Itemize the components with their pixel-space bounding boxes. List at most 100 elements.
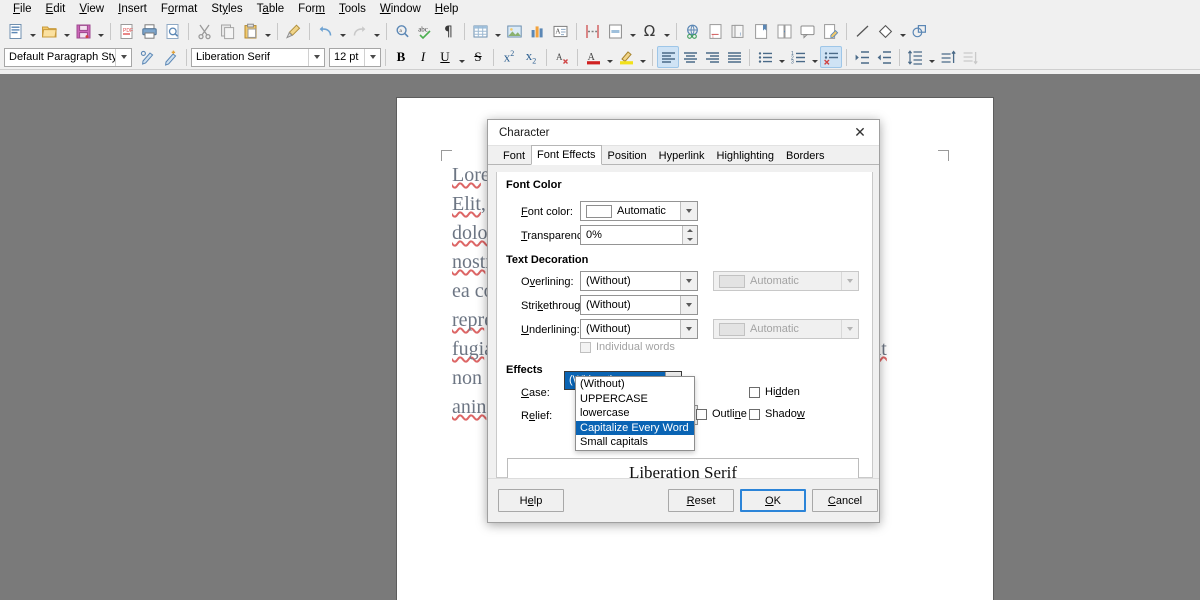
track-changes-icon[interactable] [819, 20, 842, 43]
help-button[interactable]: Help [498, 489, 564, 512]
new-document-icon[interactable] [4, 20, 27, 43]
underlining-combobox[interactable]: (Without) [580, 319, 698, 339]
tab-font-effects[interactable]: Font Effects [531, 145, 602, 165]
scissors-icon[interactable] [193, 20, 216, 43]
new-style-icon[interactable] [159, 46, 182, 69]
undo-dropdown[interactable] [337, 20, 348, 43]
clipboard-paste-icon[interactable] [239, 20, 262, 43]
new-document-dropdown[interactable] [27, 20, 38, 43]
cross-reference-icon[interactable] [773, 20, 796, 43]
omega-icon[interactable]: Ω [638, 20, 661, 43]
font-color-icon[interactable]: A [582, 46, 604, 68]
menu-format[interactable]: Format [154, 0, 204, 18]
case-dropdown-list[interactable]: (Without) UPPERCASE lowercase Capitalize… [575, 376, 695, 451]
case-option-lowercase[interactable]: lowercase [576, 406, 694, 421]
underline-dropdown[interactable] [456, 46, 467, 69]
printer-icon[interactable] [138, 20, 161, 43]
comment-bubble-icon[interactable] [796, 20, 819, 43]
overlining-dropdown-arrow[interactable] [680, 272, 697, 290]
font-color-dropdown-arrow[interactable] [680, 202, 697, 220]
font-name-dropdown-arrow[interactable] [308, 49, 324, 66]
shapes-dropdown[interactable] [897, 20, 908, 43]
hidden-checkbox-box[interactable] [749, 387, 760, 398]
redo-arrow-icon[interactable] [348, 20, 371, 43]
table-dropdown[interactable] [492, 20, 503, 43]
diamond-shape-icon[interactable] [874, 20, 897, 43]
hidden-checkbox[interactable]: Hidden [749, 386, 800, 398]
shadow-checkbox[interactable]: Shadow [749, 408, 805, 420]
align-right-icon[interactable] [701, 46, 723, 68]
menu-window[interactable]: Window [373, 0, 428, 18]
open-dropdown[interactable] [61, 20, 72, 43]
overlining-combobox[interactable]: (Without) [580, 271, 698, 291]
open-folder-icon[interactable] [38, 20, 61, 43]
decrease-indent-icon[interactable] [873, 46, 895, 68]
close-icon[interactable]: ✕ [845, 121, 875, 145]
line-spacing-icon[interactable] [904, 46, 926, 68]
outline-checkbox[interactable]: Outline [696, 408, 747, 420]
strikethrough-combobox[interactable]: (Without) [580, 295, 698, 315]
tab-borders[interactable]: Borders [780, 146, 831, 165]
undo-arrow-icon[interactable] [314, 20, 337, 43]
menu-table[interactable]: Table [250, 0, 292, 18]
dialog-title-bar[interactable]: Character ✕ [488, 120, 879, 146]
space-above-paragraph-icon[interactable] [937, 46, 959, 68]
case-option-small-capitals[interactable]: Small capitals [576, 435, 694, 450]
no-list-icon[interactable] [820, 46, 842, 68]
special-character-dropdown[interactable] [661, 20, 672, 43]
font-size-dropdown-arrow[interactable] [364, 49, 380, 66]
italic-button[interactable]: I [412, 46, 434, 68]
picture-icon[interactable] [503, 20, 526, 43]
save-floppy-icon[interactable] [72, 20, 95, 43]
align-center-icon[interactable] [679, 46, 701, 68]
copy-icon[interactable] [216, 20, 239, 43]
page-break-icon[interactable] [581, 20, 604, 43]
numbered-list-dropdown[interactable] [809, 46, 820, 69]
highlight-color-icon[interactable] [615, 46, 637, 68]
paragraph-style-dropdown-arrow[interactable] [115, 49, 131, 66]
magnifier-icon[interactable]: a [391, 20, 414, 43]
menu-tools[interactable]: Tools [332, 0, 373, 18]
transparency-decrement[interactable] [683, 235, 697, 244]
transparency-increment[interactable] [683, 226, 697, 235]
underline-button[interactable]: U [434, 46, 456, 68]
transparency-spin-buttons[interactable] [682, 226, 697, 244]
shadow-checkbox-box[interactable] [749, 409, 760, 420]
paintbrush-icon[interactable] [282, 20, 305, 43]
space-below-paragraph-icon[interactable] [959, 46, 981, 68]
field-dropdown[interactable] [627, 20, 638, 43]
increase-indent-icon[interactable] [851, 46, 873, 68]
footnote-icon[interactable]: 1 [704, 20, 727, 43]
clear-formatting-icon[interactable]: A [551, 46, 573, 68]
strikethrough-button[interactable]: S [467, 46, 489, 68]
subscript-button[interactable]: x2 [520, 46, 542, 68]
menu-form[interactable]: Form [291, 0, 332, 18]
draw-functions-icon[interactable] [908, 20, 931, 43]
case-option-capitalize-every-word[interactable]: Capitalize Every Word [576, 421, 694, 436]
ok-button[interactable]: OK [740, 489, 806, 512]
redo-dropdown[interactable] [371, 20, 382, 43]
transparency-spinner[interactable]: 0% [580, 225, 698, 245]
tab-hyperlink[interactable]: Hyperlink [653, 146, 711, 165]
cancel-button[interactable]: Cancel [812, 489, 878, 512]
align-left-icon[interactable] [657, 46, 679, 68]
spellcheck-abc-icon[interactable]: abc [414, 20, 437, 43]
highlight-color-dropdown[interactable] [637, 46, 648, 69]
menu-help[interactable]: Help [428, 0, 466, 18]
pilcrow-icon[interactable]: ¶ [437, 20, 460, 43]
paragraph-style-combobox[interactable]: Default Paragraph Style [4, 48, 132, 67]
outline-checkbox-box[interactable] [696, 409, 707, 420]
save-dropdown[interactable] [95, 20, 106, 43]
insert-field-icon[interactable] [604, 20, 627, 43]
line-icon[interactable] [851, 20, 874, 43]
font-color-dropdown[interactable] [604, 46, 615, 69]
case-option-without[interactable]: (Without) [576, 377, 694, 392]
font-color-combobox[interactable]: Automatic [580, 201, 698, 221]
bullet-list-icon[interactable] [754, 46, 776, 68]
menu-styles[interactable]: Styles [204, 0, 249, 18]
case-option-uppercase[interactable]: UPPERCASE [576, 392, 694, 407]
superscript-button[interactable]: x2 [498, 46, 520, 68]
menu-file[interactable]: FFileile [6, 0, 39, 18]
print-preview-icon[interactable] [161, 20, 184, 43]
tab-highlighting[interactable]: Highlighting [711, 146, 780, 165]
